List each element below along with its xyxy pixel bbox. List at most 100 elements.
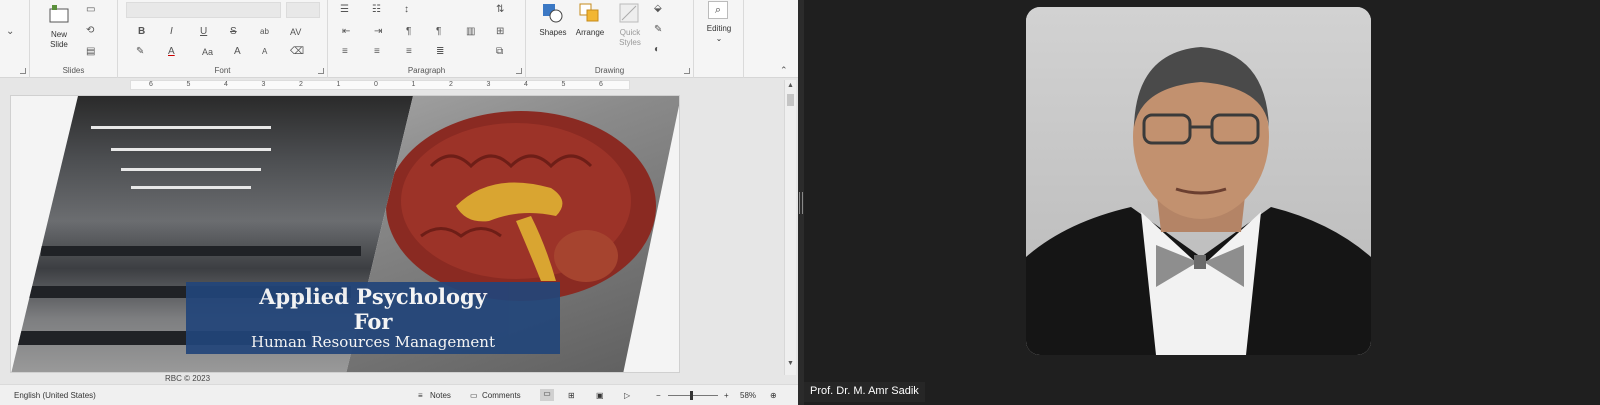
slides-group-label: Slides xyxy=(62,66,85,75)
zoom-out-icon[interactable]: − xyxy=(656,391,661,400)
line-spacing-icon[interactable]: ↕ xyxy=(404,4,409,16)
zoom-slider[interactable] xyxy=(668,395,718,396)
quick-styles-button[interactable]: Quick Styles xyxy=(610,2,650,48)
ruler-tick-label: 6 xyxy=(149,81,153,88)
comments-button[interactable]: Comments xyxy=(482,391,521,400)
align-text-icon[interactable]: ⊞ xyxy=(496,26,504,38)
layout-icon[interactable]: ▭ xyxy=(86,4,95,16)
arrange-label: Arrange xyxy=(575,28,605,37)
numbering-icon[interactable]: ☷ xyxy=(372,4,381,16)
increase-font-button[interactable]: A xyxy=(234,46,241,58)
shapes-icon xyxy=(543,4,563,23)
scroll-up-icon[interactable]: ▲ xyxy=(787,82,794,89)
ruler-tick-label: 2 xyxy=(299,81,303,88)
ruler-tick-label: 3 xyxy=(486,81,491,88)
title-box[interactable]: Applied Psychology For Human Resources M… xyxy=(186,282,560,354)
columns-icon[interactable]: ▥ xyxy=(466,26,475,38)
fit-slide-icon[interactable]: ⊕ xyxy=(770,391,777,400)
splitter-grip-icon[interactable] xyxy=(799,192,803,214)
decrease-indent-icon[interactable]: ⇤ xyxy=(342,26,350,38)
align-left-icon[interactable]: ≡ xyxy=(342,46,348,58)
increase-indent-icon[interactable]: ⇥ xyxy=(374,26,382,38)
ribbon-group-paragraph: ☰ ☷ ↕ ⇅ ⇤ ⇥ ¶ ¶ ▥ ⊞ ≡ ≡ ≡ ≣ ⧉ Paragraph xyxy=(328,0,526,78)
align-right-icon[interactable]: ≡ xyxy=(406,46,412,58)
zoom-slider-thumb[interactable] xyxy=(690,391,693,400)
clear-formatting-icon[interactable]: ⌫ xyxy=(290,46,304,58)
ribbon: ⌄ New Slide ▭ ⟲ ▤ Slides B I U S ab AV ✎… xyxy=(0,0,798,78)
paragraph-group-label: Paragraph xyxy=(407,66,446,75)
paragraph-launcher-icon[interactable] xyxy=(516,68,522,74)
slide-footer-copyright: RBC © 2023 xyxy=(165,374,211,383)
ruler-tick-label: 3 xyxy=(261,81,266,88)
reset-icon[interactable]: ⟲ xyxy=(86,25,94,37)
slide-sorter-icon[interactable]: ⊞ xyxy=(568,391,575,400)
text-direction-icon[interactable]: ⇅ xyxy=(496,4,504,16)
shape-fill-icon[interactable]: ⬙ xyxy=(654,3,662,15)
slide-canvas[interactable]: Applied Psychology For Human Resources M… xyxy=(10,95,680,373)
horizontal-ruler: 6 5 4 3 2 1 0 1 2 3 4 5 6 xyxy=(130,80,630,90)
italic-button[interactable]: I xyxy=(170,26,173,38)
bullets-icon[interactable]: ☰ xyxy=(340,4,349,16)
character-spacing-button[interactable]: AV xyxy=(290,26,301,38)
speaker-portrait xyxy=(1026,7,1371,355)
shape-outline-icon[interactable]: ✎ xyxy=(654,24,662,36)
shadow-button[interactable]: ab xyxy=(260,26,269,38)
bold-button[interactable]: B xyxy=(138,26,145,38)
ribbon-group-font: B I U S ab AV ✎ A Aa A A ⌫ Font xyxy=(118,0,328,78)
new-slide-label-2: Slide xyxy=(50,40,68,49)
decrease-font-button[interactable]: A xyxy=(262,46,267,58)
new-slide-label: New xyxy=(50,30,67,39)
ruler-tick-label: 5 xyxy=(561,81,566,88)
status-bar: English (United States) ≡ Notes ▭ Commen… xyxy=(0,384,798,405)
font-launcher-icon[interactable] xyxy=(318,68,324,74)
underline-button[interactable]: U xyxy=(200,26,207,38)
align-center-icon[interactable]: ≡ xyxy=(374,46,380,58)
clipboard-launcher-icon[interactable] xyxy=(20,68,26,74)
chevron-down-icon[interactable]: ⌄ xyxy=(6,26,14,38)
quick-styles-label: Quick xyxy=(619,28,641,37)
paragraph-ltr-icon[interactable]: ¶ xyxy=(406,26,411,38)
zoom-in-icon[interactable]: + xyxy=(724,391,729,400)
font-color-icon[interactable]: A xyxy=(168,46,175,58)
reading-view-icon[interactable]: ▣ xyxy=(596,391,604,400)
speaker-name-label: Prof. Dr. M. Amr Sadik xyxy=(804,382,925,402)
smartart-icon[interactable]: ⧉ xyxy=(496,46,503,58)
ribbon-group-clipboard: ⌄ xyxy=(0,0,30,78)
arrange-button[interactable]: Arrange xyxy=(570,2,610,48)
editing-dropdown-icon: ⌄ xyxy=(715,34,723,43)
arrange-icon xyxy=(579,3,599,22)
scroll-down-icon[interactable]: ▼ xyxy=(787,360,794,367)
scroll-thumb[interactable] xyxy=(787,94,794,106)
slide-show-icon[interactable]: ▷ xyxy=(624,391,630,400)
font-name-combo[interactable] xyxy=(126,2,281,18)
justify-icon[interactable]: ≣ xyxy=(436,46,444,58)
normal-view-icon[interactable]: ▭ xyxy=(540,389,554,401)
notes-button[interactable]: Notes xyxy=(430,391,451,400)
collapse-ribbon-icon[interactable]: ⌃ xyxy=(780,64,788,76)
powerpoint-window: ⌄ New Slide ▭ ⟲ ▤ Slides B I U S ab AV ✎… xyxy=(0,0,798,405)
shapes-button[interactable]: Shapes xyxy=(536,2,570,48)
ruler-tick-label: 5 xyxy=(186,81,191,88)
quick-styles-icon xyxy=(619,3,639,23)
notes-icon[interactable]: ≡ xyxy=(418,391,423,400)
new-slide-button[interactable]: New Slide xyxy=(42,2,76,50)
change-case-button[interactable]: Aa xyxy=(202,46,213,58)
paragraph-rtl-icon[interactable]: ¶ xyxy=(436,26,441,38)
editing-label: Editing xyxy=(706,24,732,33)
shape-effects-icon[interactable]: ◐ xyxy=(654,44,660,56)
slide-editing-area: Applied Psychology For Human Resources M… xyxy=(0,90,782,380)
drawing-launcher-icon[interactable] xyxy=(684,68,690,74)
editing-button[interactable]: ⌕ Editing ⌄ xyxy=(702,0,736,46)
highlight-icon[interactable]: ✎ xyxy=(136,46,144,58)
font-size-combo[interactable] xyxy=(286,2,320,18)
ribbon-group-drawing: Shapes Arrange Quick Styles ⬙ ✎ ◐ Drawin… xyxy=(526,0,694,78)
drawing-group-label: Drawing xyxy=(594,66,625,75)
zoom-level[interactable]: 58% xyxy=(740,391,756,400)
speaker-video-tile[interactable] xyxy=(1026,7,1371,355)
strikethrough-button[interactable]: S xyxy=(230,26,237,38)
vertical-scrollbar[interactable]: ▲ ▼ xyxy=(784,80,796,375)
language-status[interactable]: English (United States) xyxy=(14,391,96,400)
section-icon[interactable]: ▤ xyxy=(86,46,95,58)
slide-subtitle: Human Resources Management xyxy=(251,333,495,351)
comments-icon[interactable]: ▭ xyxy=(470,391,478,400)
